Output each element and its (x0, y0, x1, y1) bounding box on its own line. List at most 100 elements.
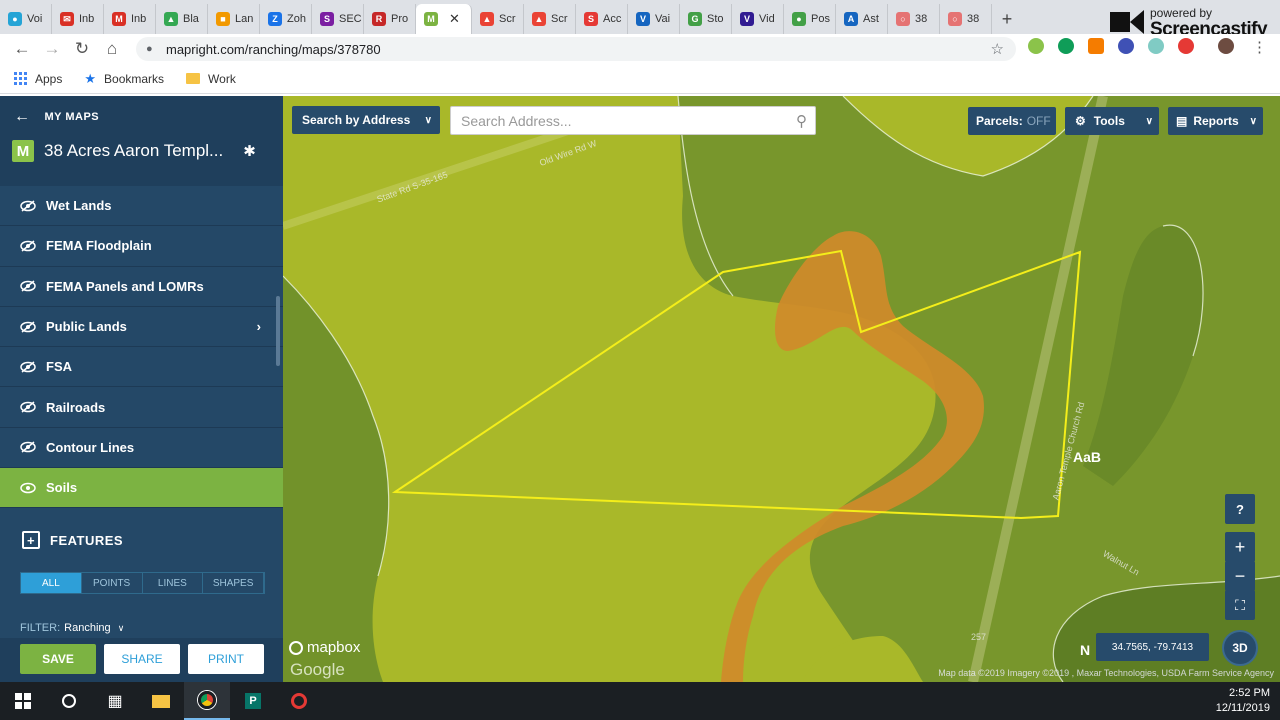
features-add-icon[interactable]: + (22, 531, 40, 550)
share-button[interactable]: SHARE (104, 644, 180, 674)
extension-icon-4[interactable] (1118, 38, 1134, 54)
tab-label: Scr (551, 13, 568, 25)
browser-tab[interactable]: ✉ Inb (52, 4, 104, 34)
extension-icon-5[interactable] (1148, 38, 1164, 54)
browser-tab[interactable]: G Sto (680, 4, 732, 34)
soil-label-aab: AaB (1073, 449, 1102, 465)
filter-label: FILTER: (20, 622, 61, 634)
map-canvas[interactable]: Old Wire Rd W State Rd S-35-165 Aaron Te… (283, 96, 1280, 682)
browser-tab[interactable]: A Ast (836, 4, 888, 34)
layer-item[interactable]: Railroads (0, 387, 283, 428)
help-button[interactable]: ? (1225, 494, 1255, 524)
tab-label: Voi (27, 13, 43, 25)
address-bar: ← → ↻ ⌂ ● mapright.com/ranching/maps/378… (0, 34, 1280, 64)
browser-tab[interactable]: ■ Lan (208, 4, 260, 34)
file-explorer-icon[interactable] (138, 682, 184, 720)
new-tab-icon[interactable]: + (992, 4, 1022, 34)
map-name[interactable]: M 38 Acres Aaron Templ... ✱ (12, 140, 256, 162)
zoom-in-button[interactable]: + (1225, 532, 1255, 562)
sidebar-scrollbar[interactable] (276, 296, 280, 366)
layer-item[interactable]: FEMA Panels and LOMRs (0, 267, 283, 307)
print-button[interactable]: PRINT (188, 644, 264, 674)
fullscreen-button[interactable]: ⛶ (1225, 590, 1255, 620)
back-icon[interactable]: ← (7, 34, 37, 64)
publisher-icon[interactable]: P (230, 682, 276, 720)
browser-tab[interactable]: ● Voi (0, 4, 52, 34)
windows-start-icon[interactable] (0, 682, 46, 720)
browser-tab[interactable]: V Vai (628, 4, 680, 34)
browser-tab[interactable]: M ✕ (416, 4, 472, 34)
cortana-search-icon[interactable] (46, 682, 92, 720)
reports-dropdown[interactable]: ▤ Reports ∨ (1168, 107, 1263, 135)
forward-icon[interactable]: → (37, 34, 67, 64)
layer-item[interactable]: FSA (0, 347, 283, 388)
rss-extension-icon[interactable] (1088, 38, 1104, 54)
bookmark-work[interactable]: Work (186, 72, 236, 86)
browser-tab[interactable]: ▲ Scr (472, 4, 524, 34)
screen-recorder-icon[interactable] (276, 682, 322, 720)
search-mode-dropdown[interactable]: Search by Address ∨ (292, 106, 440, 134)
tab-label: Scr (499, 13, 516, 25)
back-arrow-icon: ← (14, 108, 31, 125)
features-header: + FEATURES (0, 508, 283, 572)
star-icon: ★ (84, 70, 97, 86)
search-placeholder: Search Address... (461, 112, 572, 129)
mapbox-logo[interactable]: mapbox (289, 639, 360, 656)
layer-label: Contour Lines (46, 439, 135, 455)
mapright-logo-icon: M (12, 140, 34, 162)
chevron-down-icon: ∨ (117, 623, 125, 633)
zoom-out-button[interactable]: − (1225, 561, 1255, 591)
feature-tab[interactable]: POINTS (82, 573, 143, 594)
browser-tab[interactable]: ▲ Scr (524, 4, 576, 34)
browser-tab[interactable]: R Pro (364, 4, 416, 34)
feature-tab[interactable]: ALL (21, 573, 82, 594)
filter-value: Ranching (64, 622, 111, 634)
pin-icon[interactable]: ✱ (243, 142, 256, 160)
tools-dropdown[interactable]: ⚙ Tools ∨ (1065, 107, 1159, 135)
layer-item[interactable]: Soils (0, 468, 283, 509)
bookmark-bookmarks[interactable]: ★ Bookmarks (84, 71, 164, 87)
browser-tab[interactable]: S SEC (312, 4, 364, 34)
profile-avatar[interactable] (1218, 38, 1234, 54)
browser-tab[interactable]: Z Zoh (260, 4, 312, 34)
extension-icon-1[interactable] (1028, 38, 1044, 54)
browser-tab[interactable]: S Acc (576, 4, 628, 34)
chrome-taskbar-icon[interactable] (184, 682, 230, 720)
browser-tab[interactable]: V Vid (732, 4, 784, 34)
save-button[interactable]: SAVE (20, 644, 96, 674)
browser-tab[interactable]: ○ 38 (940, 4, 992, 34)
bookmark-apps[interactable]: Apps (14, 72, 62, 86)
layer-item[interactable]: FEMA Floodplain (0, 226, 283, 267)
browser-tab[interactable]: ○ 38 (888, 4, 940, 34)
system-clock[interactable]: 2:52 PM 12/11/2019 (1216, 686, 1270, 716)
reload-icon[interactable]: ↻ (67, 34, 97, 64)
address-search-input[interactable]: Search Address... ⚲ (450, 106, 816, 135)
extension-icon-2[interactable] (1058, 38, 1074, 54)
home-icon[interactable]: ⌂ (97, 34, 127, 64)
browser-tab[interactable]: M Inb (104, 4, 156, 34)
browser-menu-icon[interactable]: ⋮ (1252, 38, 1267, 56)
search-icon[interactable]: ⚲ (796, 112, 807, 130)
browser-tab[interactable]: ▲ Bla (156, 4, 208, 34)
filter-dropdown[interactable]: FILTER: Ranching ∨ (20, 622, 124, 634)
tab-label: Acc (603, 13, 622, 25)
feature-tab[interactable]: LINES (143, 573, 204, 594)
extension-icon-6[interactable] (1178, 38, 1194, 54)
my-maps-back-link[interactable]: ← MY MAPS (14, 108, 99, 126)
3d-toggle-button[interactable]: 3D (1222, 630, 1258, 666)
layer-item[interactable]: Wet Lands (0, 186, 283, 227)
task-view-icon[interactable]: ▦ (92, 682, 138, 720)
parcels-toggle[interactable]: Parcels: OFF (968, 107, 1056, 135)
layer-label: FEMA Floodplain (46, 238, 152, 254)
feature-tab[interactable]: SHAPES (203, 573, 264, 594)
bookmark-star-icon[interactable]: ☆ (991, 40, 1004, 58)
layer-item[interactable]: Contour Lines (0, 428, 283, 469)
browser-tab[interactable]: ● Pos (784, 4, 836, 34)
close-tab-icon[interactable]: ✕ (449, 11, 460, 27)
url-field[interactable]: ● mapright.com/ranching/maps/378780 ☆ (136, 37, 1016, 61)
eye-off-icon (20, 280, 36, 292)
map-name-text: 38 Acres Aaron Templ... (44, 141, 224, 160)
tab-favicon-icon: S (320, 12, 334, 26)
tab-favicon-icon: G (688, 12, 702, 26)
layer-item[interactable]: Public Lands › (0, 307, 283, 348)
